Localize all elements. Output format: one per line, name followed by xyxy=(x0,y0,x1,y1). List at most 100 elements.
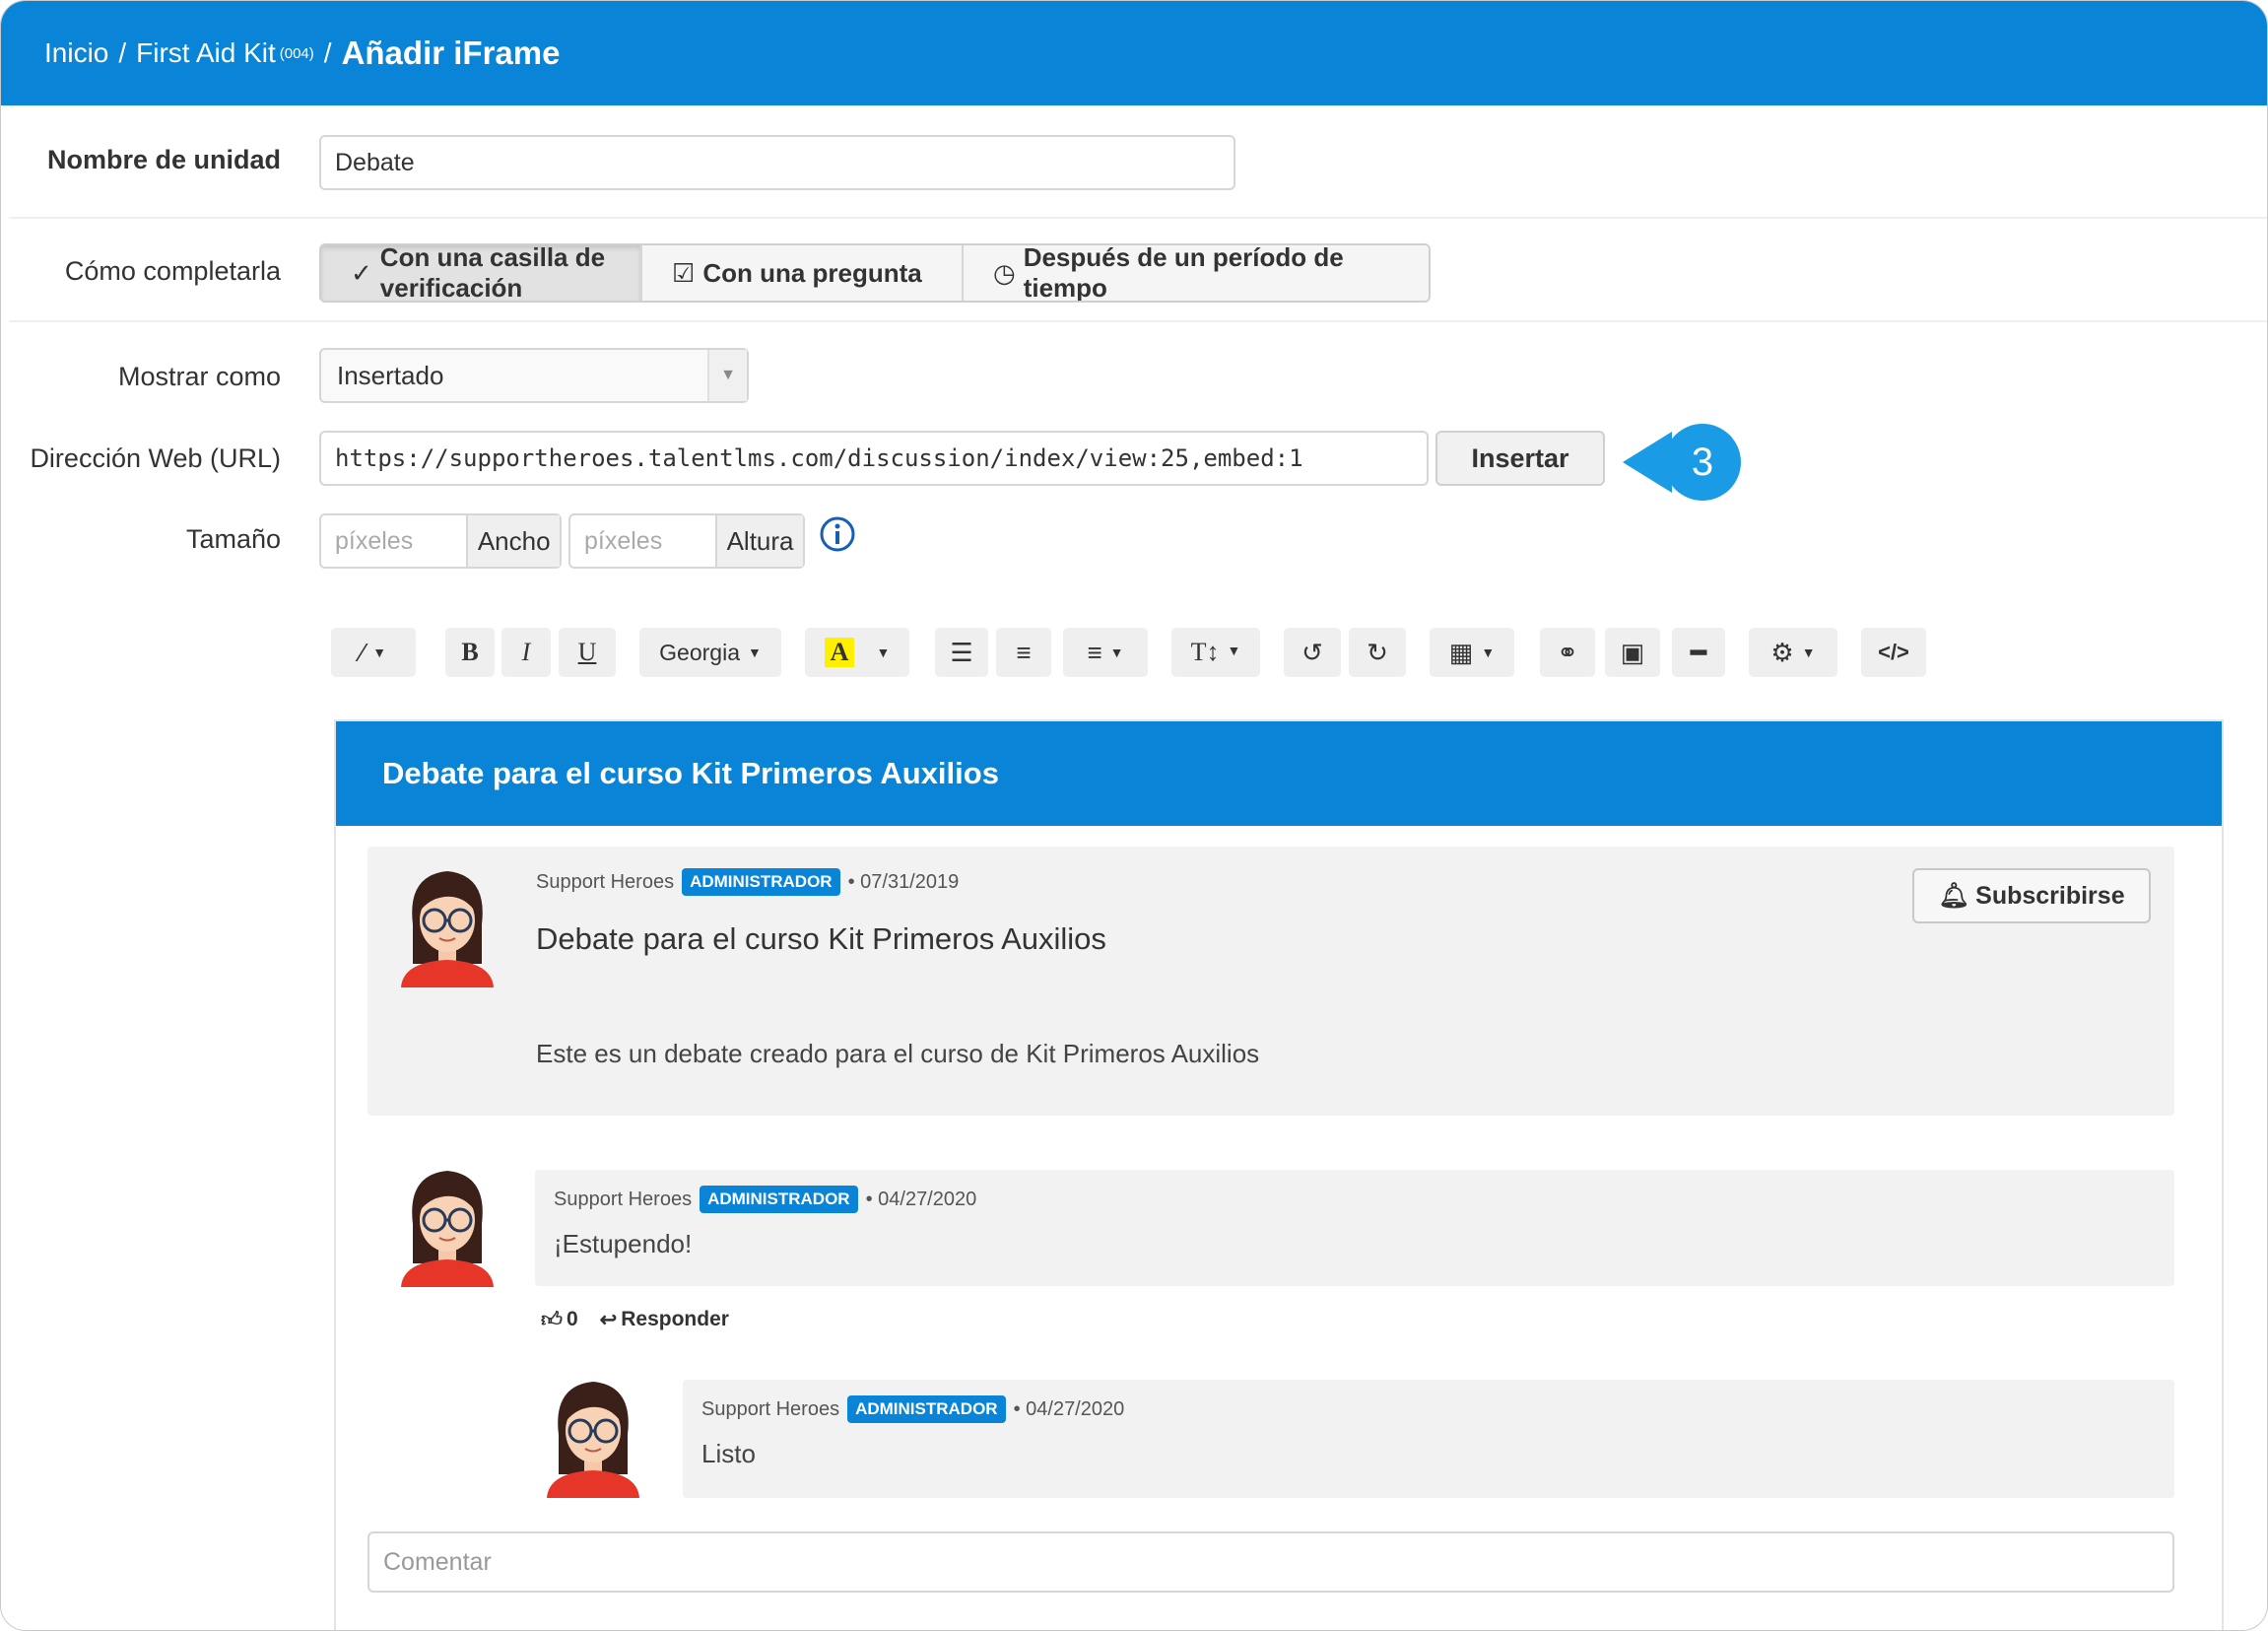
chevron-down-icon: ▼ xyxy=(707,350,747,401)
bold-button[interactable]: B xyxy=(445,628,495,677)
bullet-list-button[interactable]: ☰ xyxy=(935,628,988,677)
reply-author[interactable]: Support Heroes xyxy=(554,1189,692,1211)
reply-badge: ADMINISTRADOR xyxy=(700,1186,858,1213)
breadcrumb-home-link[interactable]: Inicio xyxy=(44,37,108,69)
height-addon: Altura xyxy=(715,515,803,567)
unit-name-label: Nombre de unidad xyxy=(46,145,281,174)
subscribe-label: Subscribirse xyxy=(1975,881,2125,910)
insert-button[interactable]: Insertar xyxy=(1435,431,1605,486)
completion-button-group: ✓ Con una casilla de verificación ☑ Con … xyxy=(319,243,1431,303)
width-input[interactable]: píxeles xyxy=(321,527,466,556)
page-title: Añadir iFrame xyxy=(341,34,561,71)
post-meta: Support Heroes ADMINISTRADOR • 07/31/201… xyxy=(536,868,959,896)
unit-name-value: Debate xyxy=(335,148,415,176)
post-date: • 07/31/2019 xyxy=(847,870,960,893)
text-color-button[interactable]: A ▼ xyxy=(805,628,909,677)
bell-icon: 🔔︎ xyxy=(1938,881,1970,910)
width-addon: Ancho xyxy=(466,515,560,567)
url-label: Dirección Web (URL) xyxy=(30,443,281,473)
reply-text: ¡Estupendo! xyxy=(554,1229,693,1258)
gears-icon: ⚙ xyxy=(1770,637,1794,667)
post-title: Debate para el curso Kit Primeros Auxili… xyxy=(536,921,1106,956)
reply-icon: ↩ xyxy=(599,1308,618,1331)
text-size-icon: T↕ xyxy=(1190,638,1220,666)
text-color-icon: A xyxy=(824,638,855,667)
completion-question-button[interactable]: ☑ Con una pregunta xyxy=(642,245,964,301)
redo-icon: ↻ xyxy=(1367,637,1388,667)
subscribe-button[interactable]: 🔔︎ Subscribirse xyxy=(1912,868,2151,923)
url-value: https://supportheroes.talentlms.com/disc… xyxy=(335,444,1303,472)
like-button[interactable]: 👍︎ 0 xyxy=(541,1307,578,1332)
size-label: Tamaño xyxy=(185,524,281,554)
undo-button[interactable]: ↺ xyxy=(1284,628,1341,677)
numbered-list-icon: ≡ xyxy=(1016,637,1032,667)
font-family-value: Georgia xyxy=(659,639,740,665)
link-button[interactable]: ⚭ xyxy=(1540,628,1595,677)
align-left-icon: ≡ xyxy=(1087,637,1102,667)
breadcrumb-course-link[interactable]: First Aid Kit xyxy=(136,37,276,69)
table-button[interactable]: ▦ ▼ xyxy=(1430,628,1514,677)
width-input-group: píxeles Ancho xyxy=(319,513,562,569)
avatar xyxy=(401,871,494,987)
reply-meta: Support Heroes ADMINISTRADOR • 04/27/202… xyxy=(554,1186,976,1213)
reply-text: Listo xyxy=(701,1439,756,1468)
redo-button[interactable]: ↻ xyxy=(1349,628,1406,677)
italic-button[interactable]: I xyxy=(501,628,551,677)
show-as-value: Insertado xyxy=(337,360,444,390)
embed-header: Debate para el curso Kit Primeros Auxili… xyxy=(336,721,2222,826)
align-button[interactable]: ≡ ▼ xyxy=(1063,628,1148,677)
breadcrumb: Inicio / First Aid Kit (004) / Añadir iF… xyxy=(1,1,2267,105)
text-size-button[interactable]: T↕ ▼ xyxy=(1171,628,1260,677)
reply-meta: Support Heroes ADMINISTRADOR • 04/27/202… xyxy=(701,1395,1124,1423)
comment-placeholder: Comentar xyxy=(383,1547,492,1576)
divider xyxy=(9,217,2267,219)
breadcrumb-separator: / xyxy=(323,37,332,68)
post-body: Este es un debate creado para el curso d… xyxy=(536,1039,1260,1068)
reply-actions: 👍︎ 0 ↩ Responder xyxy=(541,1307,729,1332)
checkbox-icon: ☑ xyxy=(672,257,696,288)
completion-checkbox-button[interactable]: ✓ Con una casilla de verificación xyxy=(321,245,642,301)
completion-time-button[interactable]: ◷ Después de un período de tiempo xyxy=(964,245,1429,301)
app-window: Inicio / First Aid Kit (004) / Añadir iF… xyxy=(0,0,2268,1631)
check-icon: ✓ xyxy=(351,257,372,288)
code-view-button[interactable]: </> xyxy=(1861,628,1926,677)
info-icon[interactable] xyxy=(819,515,856,553)
minus-icon: ━ xyxy=(1691,637,1706,667)
reply-badge: ADMINISTRADOR xyxy=(847,1395,1006,1423)
image-button[interactable]: ▣ xyxy=(1605,628,1660,677)
completion-label: Cómo completarla xyxy=(64,256,281,286)
editor-area[interactable]: Debate para el curso Kit Primeros Auxili… xyxy=(334,719,2224,1630)
height-input[interactable]: píxeles xyxy=(570,527,715,556)
step-number: 3 xyxy=(1692,441,1713,484)
completion-checkbox-label: Con una casilla de verificación xyxy=(379,243,606,303)
avatar xyxy=(401,1171,494,1287)
reply-button[interactable]: ↩ Responder xyxy=(600,1308,729,1332)
numbered-list-button[interactable]: ≡ xyxy=(996,628,1051,677)
reply-date: • 04/27/2020 xyxy=(1013,1397,1125,1420)
horizontal-rule-button[interactable]: ━ xyxy=(1672,628,1725,677)
completion-question-label: Con una pregunta xyxy=(702,257,922,288)
completion-time-label: Después de un período de tiempo xyxy=(1023,243,1344,303)
url-input[interactable]: https://supportheroes.talentlms.com/disc… xyxy=(319,431,1429,486)
show-as-label: Mostrar como xyxy=(117,362,281,391)
thumbs-up-icon: 👍︎ xyxy=(541,1309,563,1331)
underline-button[interactable]: U xyxy=(559,628,616,677)
show-as-select[interactable]: Insertado ▼ xyxy=(319,348,749,403)
reply-date: • 04/27/2020 xyxy=(865,1188,977,1210)
clock-icon: ◷ xyxy=(993,257,1016,288)
divider xyxy=(9,320,2267,322)
post-badge: ADMINISTRADOR xyxy=(682,868,840,896)
unit-name-input[interactable]: Debate xyxy=(319,135,1235,190)
settings-button[interactable]: ⚙ ▼ xyxy=(1749,628,1837,677)
magic-wand-button[interactable]: ⁄ ▼ xyxy=(331,628,416,677)
font-family-select[interactable]: Georgia ▼ xyxy=(639,628,781,677)
comment-input[interactable]: Comentar xyxy=(367,1531,2174,1593)
table-icon: ▦ xyxy=(1448,637,1474,667)
bullet-list-icon: ☰ xyxy=(950,637,973,667)
post-author[interactable]: Support Heroes xyxy=(536,871,674,894)
undo-icon: ↺ xyxy=(1301,637,1323,667)
avatar xyxy=(547,1382,639,1498)
breadcrumb-course-code: (004) xyxy=(279,44,314,62)
reply-author[interactable]: Support Heroes xyxy=(701,1398,839,1421)
breadcrumb-separator: / xyxy=(118,37,127,68)
